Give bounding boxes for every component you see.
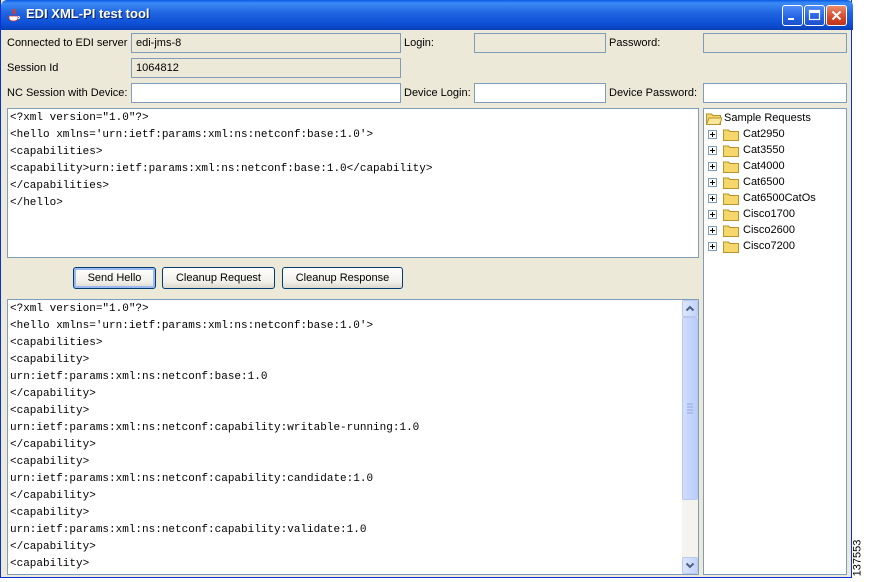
cleanup-response-button[interactable]: Cleanup Response xyxy=(282,267,403,289)
folder-icon xyxy=(723,225,739,237)
tree-item-label: Cat6500 xyxy=(743,176,785,188)
maximize-button[interactable] xyxy=(804,5,825,26)
nc-session-field[interactable] xyxy=(131,83,401,103)
response-line: urn:ietf:params:xml:ns:netconf:capabilit… xyxy=(10,473,374,485)
scroll-down-button[interactable] xyxy=(682,557,698,574)
request-line: <?xml version="1.0"?> xyxy=(10,112,149,124)
tree-item-cat3550[interactable]: Cat3550 xyxy=(708,143,844,159)
plus-expander-icon[interactable] xyxy=(708,162,717,171)
login-label: Login: xyxy=(404,37,434,49)
session-label: Session Id xyxy=(7,62,59,74)
server-field: edi-jms-8 xyxy=(131,33,401,53)
tree-item-label: Cisco7200 xyxy=(743,240,795,252)
window-title: EDI XML-PI test tool xyxy=(26,6,150,21)
response-line: <capability> xyxy=(10,405,90,417)
response-viewer[interactable]: <?xml version="1.0"?> <hello xmlns='urn:… xyxy=(7,299,699,575)
request-editor[interactable]: <?xml version="1.0"?> <hello xmlns='urn:… xyxy=(7,108,699,258)
chevron-up-icon xyxy=(685,305,695,312)
figure-id-text: 137553 xyxy=(851,539,864,577)
grip-icon xyxy=(687,403,693,414)
main-panel: Connected to EDI server edi-jms-8 Login:… xyxy=(4,30,849,575)
response-line: <hello xmlns='urn:ietf:params:xml:ns:net… xyxy=(10,320,374,332)
plus-expander-icon[interactable] xyxy=(708,242,717,251)
chevron-down-icon xyxy=(685,562,695,569)
password-label: Password: xyxy=(609,37,661,49)
response-line: <capabilities> xyxy=(10,337,103,349)
sample-requests-tree[interactable]: Sample Requests Cat2950 Cat3550 Cat4000 xyxy=(703,108,847,575)
tree-item-cat6500catos[interactable]: Cat6500CatOs xyxy=(708,191,844,207)
plus-expander-icon[interactable] xyxy=(708,178,717,187)
nc-session-label: NC Session with Device: xyxy=(7,87,128,99)
java-cup-icon xyxy=(8,8,20,22)
device-login-field[interactable] xyxy=(474,83,606,103)
folder-icon xyxy=(723,129,739,141)
minimize-icon xyxy=(788,18,794,20)
tree-item-cisco1700[interactable]: Cisco1700 xyxy=(708,207,844,223)
folder-icon xyxy=(723,161,739,173)
request-line: <hello xmlns='urn:ietf:params:xml:ns:net… xyxy=(10,129,374,141)
request-line: <capabilities> xyxy=(10,146,103,158)
app-window: EDI XML-PI test tool Connected to EDI se… xyxy=(0,0,853,578)
send-hello-button[interactable]: Send Hello xyxy=(73,267,156,289)
response-line: <capability> xyxy=(10,354,90,366)
folder-icon xyxy=(723,241,739,253)
plus-expander-icon[interactable] xyxy=(708,146,717,155)
request-line: </hello> xyxy=(10,197,63,209)
folder-icon xyxy=(723,145,739,157)
folder-icon xyxy=(723,193,739,205)
folder-open-icon xyxy=(706,113,722,125)
tree-item-label: Cat3550 xyxy=(743,144,785,156)
response-line: <capability> xyxy=(10,507,90,519)
figure-id: 137553 xyxy=(851,537,867,582)
response-line: </capability> xyxy=(10,388,96,400)
tree-item-label: Cat4000 xyxy=(743,160,785,172)
scroll-up-button[interactable] xyxy=(682,300,698,317)
folder-icon xyxy=(723,209,739,221)
close-icon xyxy=(831,10,842,21)
title-bar[interactable]: EDI XML-PI test tool xyxy=(1,0,853,30)
request-line: <capability>urn:ietf:params:xml:ns:netco… xyxy=(10,163,433,175)
response-line: <capability> xyxy=(10,456,90,468)
tree-item-label: Cat2950 xyxy=(743,128,785,140)
session-id-field: 1064812 xyxy=(131,58,401,78)
cleanup-request-button[interactable]: Cleanup Request xyxy=(162,267,275,289)
response-line: </capability> xyxy=(10,490,96,502)
response-line: <capability> xyxy=(10,558,90,570)
response-line: urn:ietf:params:xml:ns:netconf:capabilit… xyxy=(10,524,367,536)
tree-root[interactable]: Sample Requests xyxy=(706,111,844,127)
password-field xyxy=(703,33,847,53)
response-line: urn:ietf:params:xml:ns:netconf:capabilit… xyxy=(10,422,420,434)
minimize-button[interactable] xyxy=(782,5,803,26)
tree-item-cisco2600[interactable]: Cisco2600 xyxy=(708,223,844,239)
plus-expander-icon[interactable] xyxy=(708,226,717,235)
tree-item-label: Cisco2600 xyxy=(743,224,795,236)
response-line: </capability> xyxy=(10,439,96,451)
plus-expander-icon[interactable] xyxy=(708,210,717,219)
server-label: Connected to EDI server xyxy=(7,37,128,49)
scroll-thumb[interactable] xyxy=(682,317,698,500)
close-button[interactable] xyxy=(826,5,847,26)
folder-icon xyxy=(723,177,739,189)
maximize-icon xyxy=(808,9,821,21)
response-line: </capability> xyxy=(10,541,96,553)
tree-item-cat6500[interactable]: Cat6500 xyxy=(708,175,844,191)
tree-item-cisco7200[interactable]: Cisco7200 xyxy=(708,239,844,255)
tree-root-label: Sample Requests xyxy=(724,112,811,124)
plus-expander-icon[interactable] xyxy=(708,194,717,203)
tree-item-label: Cisco1700 xyxy=(743,208,795,220)
tree-item-label: Cat6500CatOs xyxy=(743,192,816,204)
response-line: urn:ietf:params:xml:ns:netconf:base:1.0 xyxy=(10,371,268,383)
response-scrollbar[interactable] xyxy=(682,300,698,574)
device-password-field[interactable] xyxy=(703,83,847,103)
request-line: </capabilities> xyxy=(10,180,110,192)
plus-expander-icon[interactable] xyxy=(708,130,717,139)
login-field xyxy=(474,33,606,53)
device-login-label: Device Login: xyxy=(404,87,471,99)
tree-item-cat4000[interactable]: Cat4000 xyxy=(708,159,844,175)
response-line: <?xml version="1.0"?> xyxy=(10,303,149,315)
device-password-label: Device Password: xyxy=(609,87,698,99)
tree-item-cat2950[interactable]: Cat2950 xyxy=(708,127,844,143)
